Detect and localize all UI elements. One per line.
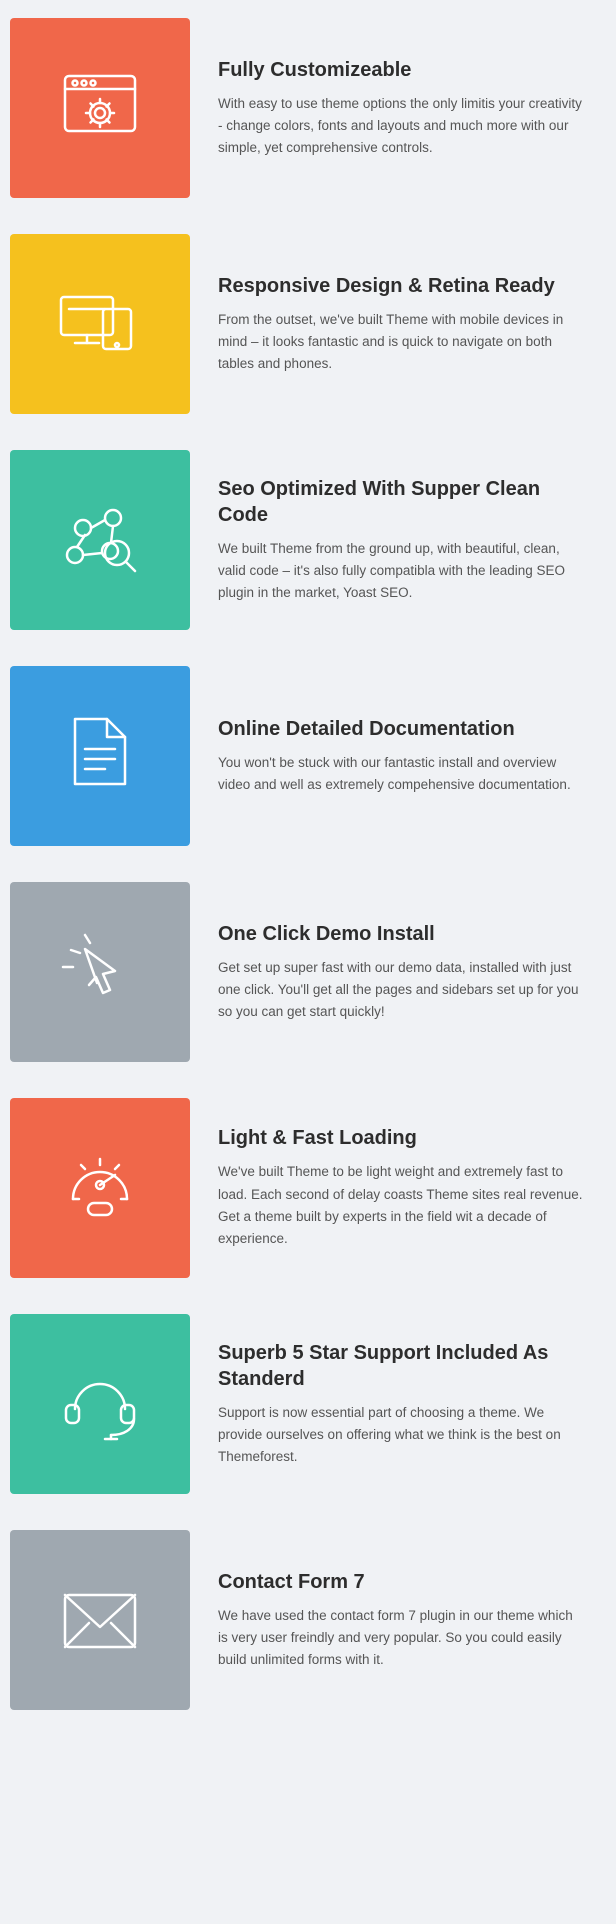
icon-box-demo-install bbox=[10, 882, 190, 1062]
feature-title-demo-install: One Click Demo Install bbox=[218, 921, 586, 947]
feature-title-fast-loading: Light & Fast Loading bbox=[218, 1125, 586, 1151]
feature-title-support: Superb 5 Star Support Included As Stande… bbox=[218, 1340, 586, 1392]
feature-title-responsive-design: Responsive Design & Retina Ready bbox=[218, 273, 586, 299]
feature-content-documentation: Online Detailed Documentation You won't … bbox=[190, 666, 596, 846]
support-icon bbox=[55, 1357, 145, 1452]
documentation-icon bbox=[55, 709, 145, 804]
customizeable-icon bbox=[55, 61, 145, 156]
icon-box-documentation bbox=[10, 666, 190, 846]
feature-desc-contact-form: We have used the contact form 7 plugin i… bbox=[218, 1605, 586, 1672]
icon-box-contact-form bbox=[10, 1530, 190, 1710]
seo-icon bbox=[55, 493, 145, 588]
feature-title-fully-customizeable: Fully Customizeable bbox=[218, 57, 586, 83]
fast-icon bbox=[55, 1141, 145, 1236]
feature-title-contact-form: Contact Form 7 bbox=[218, 1569, 586, 1595]
icon-box-fully-customizeable bbox=[10, 18, 190, 198]
features-list: Fully Customizeable With easy to use the… bbox=[0, 0, 616, 1728]
feature-item-fully-customizeable: Fully Customizeable With easy to use the… bbox=[0, 0, 616, 216]
icon-box-responsive-design bbox=[10, 234, 190, 414]
feature-item-documentation: Online Detailed Documentation You won't … bbox=[0, 648, 616, 864]
feature-title-seo-optimized: Seo Optimized With Supper Clean Code bbox=[218, 476, 586, 528]
feature-item-support: Superb 5 Star Support Included As Stande… bbox=[0, 1296, 616, 1512]
feature-item-responsive-design: Responsive Design & Retina Ready From th… bbox=[0, 216, 616, 432]
feature-desc-fully-customizeable: With easy to use theme options the only … bbox=[218, 93, 586, 160]
responsive-icon bbox=[55, 277, 145, 372]
feature-item-fast-loading: Light & Fast Loading We've built Theme t… bbox=[0, 1080, 616, 1296]
feature-content-support: Superb 5 Star Support Included As Stande… bbox=[190, 1314, 596, 1494]
icon-box-fast-loading bbox=[10, 1098, 190, 1278]
feature-desc-support: Support is now essential part of choosin… bbox=[218, 1402, 586, 1469]
feature-content-fast-loading: Light & Fast Loading We've built Theme t… bbox=[190, 1098, 596, 1278]
contact-icon bbox=[55, 1573, 145, 1668]
icon-box-support bbox=[10, 1314, 190, 1494]
feature-desc-fast-loading: We've built Theme to be light weight and… bbox=[218, 1161, 586, 1250]
icon-box-seo-optimized bbox=[10, 450, 190, 630]
feature-item-demo-install: One Click Demo Install Get set up super … bbox=[0, 864, 616, 1080]
feature-desc-seo-optimized: We built Theme from the ground up, with … bbox=[218, 538, 586, 605]
feature-content-contact-form: Contact Form 7 We have used the contact … bbox=[190, 1530, 596, 1710]
feature-content-demo-install: One Click Demo Install Get set up super … bbox=[190, 882, 596, 1062]
feature-item-seo-optimized: Seo Optimized With Supper Clean Code We … bbox=[0, 432, 616, 648]
feature-title-documentation: Online Detailed Documentation bbox=[218, 716, 586, 742]
feature-desc-responsive-design: From the outset, we've built Theme with … bbox=[218, 309, 586, 376]
demo-icon bbox=[55, 925, 145, 1020]
feature-content-seo-optimized: Seo Optimized With Supper Clean Code We … bbox=[190, 450, 596, 630]
feature-desc-documentation: You won't be stuck with our fantastic in… bbox=[218, 752, 586, 797]
feature-content-responsive-design: Responsive Design & Retina Ready From th… bbox=[190, 234, 596, 414]
feature-item-contact-form: Contact Form 7 We have used the contact … bbox=[0, 1512, 616, 1728]
feature-content-fully-customizeable: Fully Customizeable With easy to use the… bbox=[190, 18, 596, 198]
feature-desc-demo-install: Get set up super fast with our demo data… bbox=[218, 957, 586, 1024]
